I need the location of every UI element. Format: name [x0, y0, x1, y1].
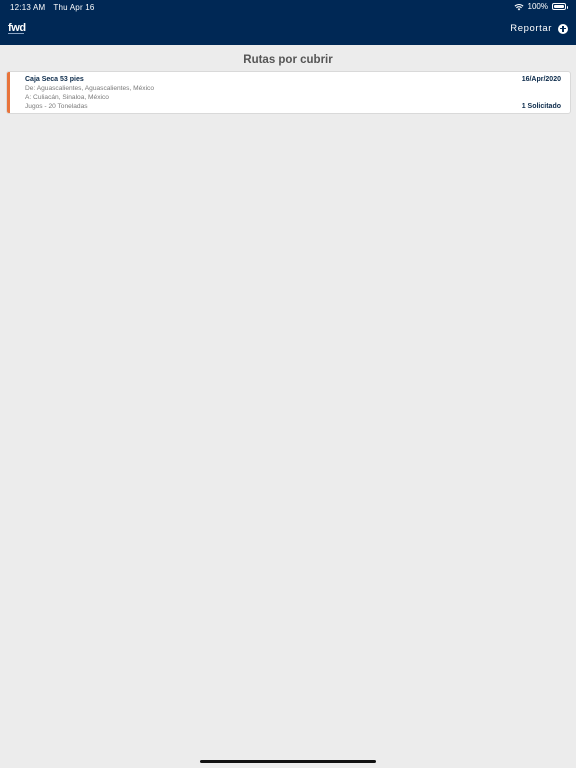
status-bar-right: 100% [514, 2, 568, 11]
route-status-accent [7, 72, 10, 113]
route-date: 16/Apr/2020 [521, 76, 561, 83]
page-title: Rutas por cubrir [243, 54, 333, 66]
status-bar-time: 12:13 AM Thu Apr 16 [10, 3, 95, 12]
route-cargo: Jugos - 20 Toneladas [25, 103, 88, 110]
route-title: Caja Seca 53 pies [25, 76, 84, 83]
route-origin: De: Aguascalientes, Aguascalientes, Méxi… [25, 85, 155, 92]
route-destination: A: Culiacán, Sinaloa, México [25, 94, 109, 101]
app-header: 12:13 AM Thu Apr 16 100% fwd Reportar [0, 0, 576, 45]
battery-icon [552, 3, 568, 10]
plus-circle-icon [558, 23, 568, 34]
battery-percent: 100% [527, 2, 548, 11]
route-requested-count: 1 Solicitado [521, 103, 561, 110]
wifi-icon [514, 3, 524, 10]
report-label: Reportar [510, 23, 552, 34]
status-day: Thu Apr 16 [53, 3, 95, 12]
route-card[interactable]: Caja Seca 53 pies De: Aguascalientes, Ag… [6, 71, 571, 114]
report-button[interactable]: Reportar [510, 23, 568, 34]
home-indicator[interactable] [200, 760, 376, 763]
fwd-logo: fwd [8, 22, 26, 34]
status-time: 12:13 AM [10, 3, 46, 12]
